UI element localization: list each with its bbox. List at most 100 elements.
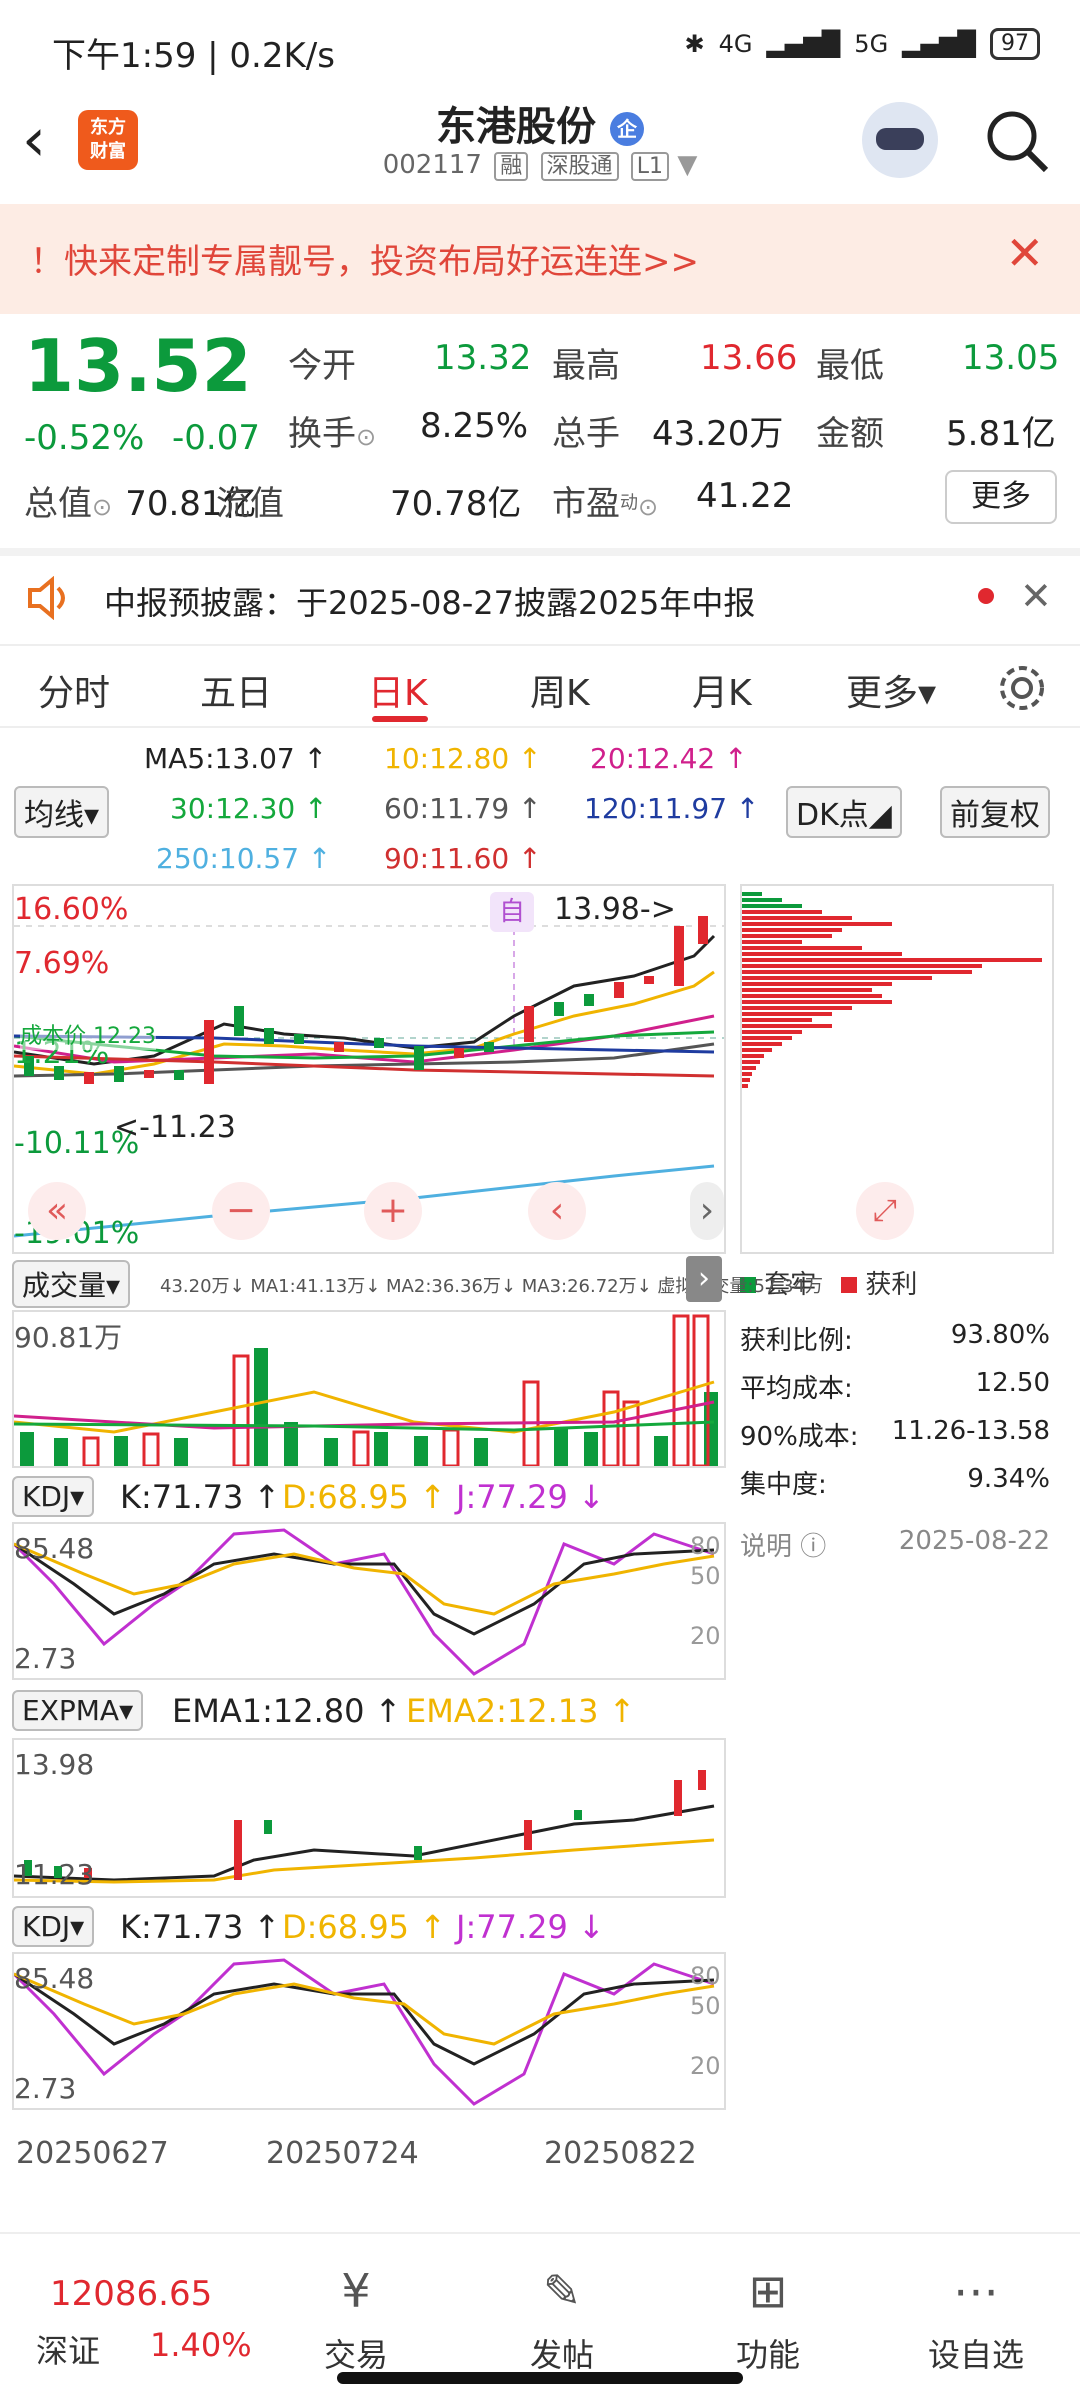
notice-text[interactable]: 中报预披露：于2025-08-27披露2025年中报 — [104, 578, 755, 624]
kdj-svg — [12, 1528, 715, 1676]
nav-add-watchlist[interactable]: 设自选 — [906, 2330, 1046, 2376]
expma-svg — [13, 1770, 715, 1884]
battery-icon: 97 — [990, 28, 1040, 60]
zoom-in-button[interactable]: + — [364, 1182, 422, 1240]
date-label-start: 20250627 — [16, 2136, 169, 2171]
kdj2-k: K:71.73 ↑ — [120, 1908, 281, 1946]
pe-label: 市盈动⊙ — [552, 484, 659, 524]
expma-selector[interactable]: EXPMA▾ — [12, 1690, 144, 1731]
scroll-left-button[interactable]: ‹ — [528, 1182, 586, 1240]
tag-margin: 融 — [494, 152, 529, 181]
nav-function[interactable]: 功能 — [698, 2330, 838, 2376]
quote-panel: 13.52 -0.52% -0.07 总值⊙ 70.81亿 今开 13.32 最… — [0, 314, 1080, 544]
status-icons: ✱ 4G ▂▄▆█ 5G ▂▄▆█ 97 — [684, 28, 1040, 60]
chip-distribution-chart[interactable]: ⤢ — [740, 884, 1054, 1254]
scroll-start-button[interactable]: « — [28, 1182, 86, 1240]
ma30-label: 30:12.30 ↑ — [170, 792, 328, 825]
tab-five-day[interactable]: 五日 — [200, 664, 272, 716]
scroll-right-button[interactable]: › — [690, 1182, 724, 1240]
high-label: 最高 — [552, 346, 620, 386]
promo-banner[interactable]: ！快来定制专属靓号，投资布局好运连连>> ✕ — [0, 204, 1080, 314]
info-icon: ⊙ — [356, 423, 377, 451]
kdj2-d: D:68.95 ↑ — [282, 1908, 447, 1946]
chip-note-row[interactable]: 说明 ⓘ 2025-08-22 — [740, 1526, 1050, 1574]
tab-daily-k[interactable]: 日K — [368, 664, 428, 716]
adjust-button[interactable]: 前复权 — [940, 786, 1050, 838]
kdj2-top-label: 85.48 — [14, 1962, 95, 1995]
network-5g: 5G — [854, 30, 889, 58]
tab-monthly-k[interactable]: 月K — [692, 664, 752, 716]
kdj-top-label: 85.48 — [14, 1532, 95, 1565]
turnover-value: 8.25% — [420, 406, 529, 446]
ma120-label: 120:11.97 ↑ — [584, 792, 760, 825]
kdj-j: J:77.29 ↓ — [456, 1478, 605, 1516]
chip-row: 获利比例: 93.80% — [740, 1320, 1050, 1356]
kdj-k: K:71.73 ↑ — [120, 1478, 281, 1516]
dk-point-button[interactable]: DK点◢ — [786, 786, 902, 838]
info-icon: ⊙ — [638, 493, 659, 521]
watchlist-icon[interactable]: ⋯ — [906, 2264, 1046, 2318]
ma20-label: 20:12.42 ↑ — [590, 742, 748, 775]
tab-underline — [372, 716, 428, 722]
kdj2-j: J:77.29 ↓ — [456, 1908, 605, 1946]
speaker-icon — [28, 576, 65, 620]
index-change[interactable]: 1.40% — [150, 2326, 252, 2364]
kdj-level-80: 80 — [690, 1532, 721, 1560]
amount-label: 金额 — [816, 414, 884, 454]
enterprise-badge: 企 — [609, 112, 644, 146]
expand-icon[interactable]: ⤢ — [856, 1182, 914, 1240]
volume-selector[interactable]: 成交量▾ — [12, 1260, 131, 1308]
tab-more[interactable]: 更多▾ — [846, 664, 936, 716]
more-button[interactable]: 更多 — [945, 470, 1057, 524]
kdj2-bottom-label: 2.73 — [14, 2072, 77, 2105]
float-value: 70.78亿 — [390, 484, 522, 524]
notice-bar[interactable]: 中报预披露：于2025-08-27披露2025年中报 ✕ — [0, 548, 1080, 646]
robot-avatar-icon[interactable] — [862, 102, 938, 178]
change-pct: -0.52% — [24, 418, 145, 458]
kline-chart[interactable]: 16.60% 7.69% 1.21% -10.11% -19.01% 成本价 1… — [12, 884, 726, 1254]
turnover-label: 换手⊙ — [288, 414, 377, 454]
close-icon[interactable]: ✕ — [1005, 226, 1044, 280]
high-value: 13.66 — [700, 338, 798, 378]
note-label: 说明 — [740, 1532, 793, 1562]
low-label: 最低 — [816, 346, 884, 386]
nav-post[interactable]: 发帖 — [492, 2330, 632, 2376]
function-icon[interactable]: ⊞ — [698, 2264, 838, 2318]
bluetooth-icon: ✱ — [684, 30, 705, 58]
expma-bottom-label: 11.23 — [14, 1858, 95, 1891]
kdj2-level-50: 50 — [690, 1992, 721, 2020]
pe-value: 41.22 — [696, 476, 794, 516]
period-tabs: 分时 五日 日K 周K 月K 更多▾ — [0, 644, 1080, 728]
chevron-right-icon[interactable]: › — [686, 1256, 722, 1302]
kdj2-selector[interactable]: KDJ▾ — [12, 1906, 95, 1947]
home-indicator[interactable] — [337, 2372, 743, 2384]
volume-info: 43.20万↓ MA1:41.13万↓ MA2:36.36万↓ MA3:26.7… — [160, 1276, 824, 1297]
date-label-end: 20250822 — [544, 2136, 697, 2171]
zoom-out-button[interactable]: − — [212, 1182, 270, 1240]
tab-intraday[interactable]: 分时 — [38, 664, 110, 716]
ma250-label: 250:10.57 ↑ — [156, 842, 332, 875]
ma60-label: 60:11.79 ↑ — [384, 792, 542, 825]
nav-trade[interactable]: 交易 — [286, 2330, 426, 2376]
post-icon[interactable]: ✎ — [492, 2264, 632, 2318]
trade-icon[interactable]: ¥ — [286, 2264, 426, 2318]
expma-top-label: 13.98 — [14, 1748, 95, 1781]
kdj-selector[interactable]: KDJ▾ — [12, 1476, 95, 1517]
chip-row: 平均成本: 12.50 — [740, 1368, 1050, 1404]
gear-icon[interactable] — [996, 662, 1048, 714]
search-icon[interactable] — [984, 108, 1050, 174]
ma-selector[interactable]: 均线▾ — [14, 786, 110, 838]
chip-date: 2025-08-22 — [898, 1526, 1050, 1556]
index-value[interactable]: 12086.65 — [50, 2274, 212, 2314]
stock-code: 002117 — [382, 150, 482, 180]
index-name[interactable]: 深证 — [36, 2326, 100, 2372]
float-label: 流值 — [216, 484, 284, 524]
low-marker: <-11.23 — [114, 1110, 236, 1145]
self-select-tag[interactable]: 自 — [490, 892, 534, 932]
chip-row: 90%成本: 11.26-13.58 — [740, 1416, 1050, 1452]
current-price: 13.52 — [24, 324, 252, 408]
kdj-chart: 85.48 2.73 80 50 20 — [12, 1522, 726, 1680]
tab-weekly-k[interactable]: 周K — [530, 664, 590, 716]
promo-text[interactable]: ！快来定制专属靓号，投资布局好运连连>> — [30, 234, 699, 283]
close-icon[interactable]: ✕ — [1020, 574, 1052, 618]
